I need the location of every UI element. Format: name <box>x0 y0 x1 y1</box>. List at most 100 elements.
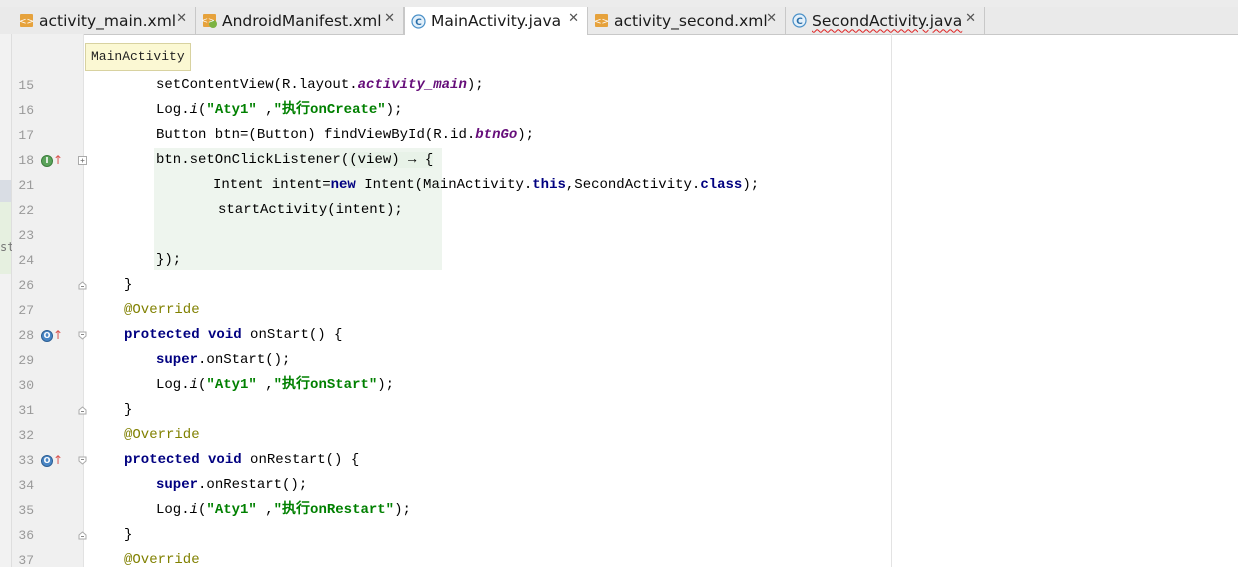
tab-activity-second-xml[interactable]: <> activity_second.xml ✕ <box>588 7 786 34</box>
selection-marker <box>0 180 11 202</box>
line-number: 34 <box>18 478 34 493</box>
code-string: "Aty1" <box>206 377 257 393</box>
fold-end-icon[interactable] <box>78 531 87 540</box>
folded-lambda-header[interactable]: (view) → { <box>349 152 434 168</box>
svg-text:<>: <> <box>19 17 34 27</box>
close-icon[interactable]: ✕ <box>384 11 395 26</box>
line-number: 27 <box>18 303 34 318</box>
code-keyword: void <box>208 452 242 468</box>
code-line[interactable]: super.onStart(); <box>156 348 290 373</box>
breadcrumb[interactable]: MainActivity <box>85 43 191 71</box>
code-text: ); <box>466 77 484 93</box>
line-number: 28 <box>18 328 34 343</box>
code-string: "执行onCreate" <box>273 102 386 118</box>
tab-second-activity-java[interactable]: C SecondActivity.java ✕ <box>786 7 985 34</box>
line-number: 17 <box>18 128 34 143</box>
code-text: ); <box>377 377 395 393</box>
code-line[interactable]: Log.i("Aty1" ,"执行onStart"); <box>156 373 394 398</box>
line-number: 31 <box>18 403 34 418</box>
code-text: onStart() { <box>241 327 343 343</box>
code-line[interactable]: super.onRestart(); <box>156 473 307 498</box>
right-margin-guide <box>891 34 892 567</box>
fold-end-icon[interactable] <box>78 281 87 290</box>
arrow-up-icon[interactable]: ↑ <box>53 454 63 466</box>
code-annotation: @Override <box>124 427 200 443</box>
fold-expand-icon[interactable] <box>78 156 87 165</box>
code-line[interactable]: } <box>124 273 132 298</box>
editor-tab-bar: <> activity_main.xml ✕ <> AndroidManifes… <box>0 7 1238 35</box>
xml-file-icon: <> <box>19 14 34 27</box>
code-text: Button btn=(Button) findViewById(R.id. <box>156 127 476 143</box>
manifest-file-icon: <> <box>202 14 217 28</box>
code-line[interactable]: Intent intent=new Intent(MainActivity.th… <box>213 173 759 198</box>
tab-label: MainActivity.java <box>431 12 562 30</box>
java-class-icon: C <box>792 13 807 28</box>
java-class-icon: C <box>411 13 426 29</box>
svg-text:<>: <> <box>594 17 609 27</box>
arrow-up-icon[interactable]: ↑ <box>53 329 63 341</box>
code-method: i <box>189 502 199 518</box>
code-text: , <box>256 502 274 518</box>
svg-text:<>: <> <box>202 16 215 25</box>
code-text: Intent intent= <box>213 177 331 193</box>
arrow-up-icon[interactable]: ↑ <box>53 154 63 166</box>
code-annotation: @Override <box>124 302 200 318</box>
code-line[interactable]: @Override <box>124 423 200 448</box>
code-keyword: protected <box>124 327 200 343</box>
code-field: activity_main <box>357 77 467 93</box>
fold-start-icon[interactable] <box>78 331 87 340</box>
code-text: .onStart(); <box>198 352 291 368</box>
close-icon[interactable]: ✕ <box>176 11 187 26</box>
code-line[interactable]: @Override <box>124 298 200 323</box>
code-field: btnGo <box>475 127 518 143</box>
code-line[interactable]: Log.i("Aty1" ,"执行onCreate"); <box>156 98 402 123</box>
override-method-icon[interactable]: O <box>41 455 53 467</box>
tab-label: SecondActivity.java <box>812 11 963 30</box>
code-text: , <box>256 102 274 118</box>
tab-android-manifest-xml[interactable]: <> AndroidManifest.xml ✕ <box>196 7 404 34</box>
code-text: } <box>124 527 133 543</box>
implements-method-icon[interactable]: I <box>41 155 53 167</box>
line-number: 15 <box>18 78 34 93</box>
tab-main-activity-java[interactable]: C MainActivity.java ✕ <box>404 7 588 35</box>
code-line[interactable]: protected void onRestart() { <box>124 448 359 473</box>
code-text: ); <box>742 177 760 193</box>
code-string: "Aty1" <box>206 102 257 118</box>
change-marker <box>0 202 11 274</box>
code-line[interactable]: } <box>124 398 132 423</box>
fold-start-icon[interactable] <box>78 456 87 465</box>
tab-label: activity_main.xml <box>39 11 177 30</box>
fold-end-icon[interactable] <box>78 406 87 415</box>
code-text: , <box>256 377 274 393</box>
code-line[interactable]: protected void onStart() { <box>124 323 342 348</box>
tab-activity-main-xml[interactable]: <> activity_main.xml ✕ <box>13 7 196 34</box>
code-line[interactable]: btn.setOnClickListener((view) → { <box>156 148 434 173</box>
close-icon[interactable]: ✕ <box>568 11 579 26</box>
code-text: .onRestart(); <box>198 477 308 493</box>
tab-label: activity_second.xml <box>614 11 768 30</box>
code-text: } <box>124 277 133 293</box>
code-line[interactable]: Log.i("Aty1" ,"执行onRestart"); <box>156 498 411 523</box>
tab-label: AndroidManifest.xml <box>222 11 382 30</box>
close-icon[interactable]: ✕ <box>965 11 976 26</box>
close-icon[interactable]: ✕ <box>766 11 777 26</box>
code-string: "执行onRestart" <box>273 502 395 518</box>
code-line[interactable]: startActivity(intent); <box>218 198 403 223</box>
override-method-icon[interactable]: O <box>41 330 53 342</box>
code-text: btn.setOnClickListener( <box>156 152 350 168</box>
code-line[interactable]: Button btn=(Button) findViewById(R.id.bt… <box>156 123 534 148</box>
line-number: 35 <box>18 503 34 518</box>
line-number: 22 <box>18 203 34 218</box>
code-annotation: @Override <box>124 552 200 568</box>
code-keyword: class <box>700 177 743 193</box>
code-method: i <box>189 102 199 118</box>
code-line[interactable]: }); <box>156 248 181 273</box>
code-line[interactable]: @Override <box>124 548 200 573</box>
code-line[interactable]: setContentView(R.layout.activity_main); <box>156 73 484 98</box>
project-panel-edge[interactable]: st <box>0 34 14 567</box>
code-text: ); <box>517 127 535 143</box>
code-text: ); <box>394 502 411 518</box>
code-text: ,SecondActivity. <box>565 177 701 193</box>
code-keyword: protected <box>124 452 200 468</box>
code-line[interactable]: } <box>124 523 132 548</box>
